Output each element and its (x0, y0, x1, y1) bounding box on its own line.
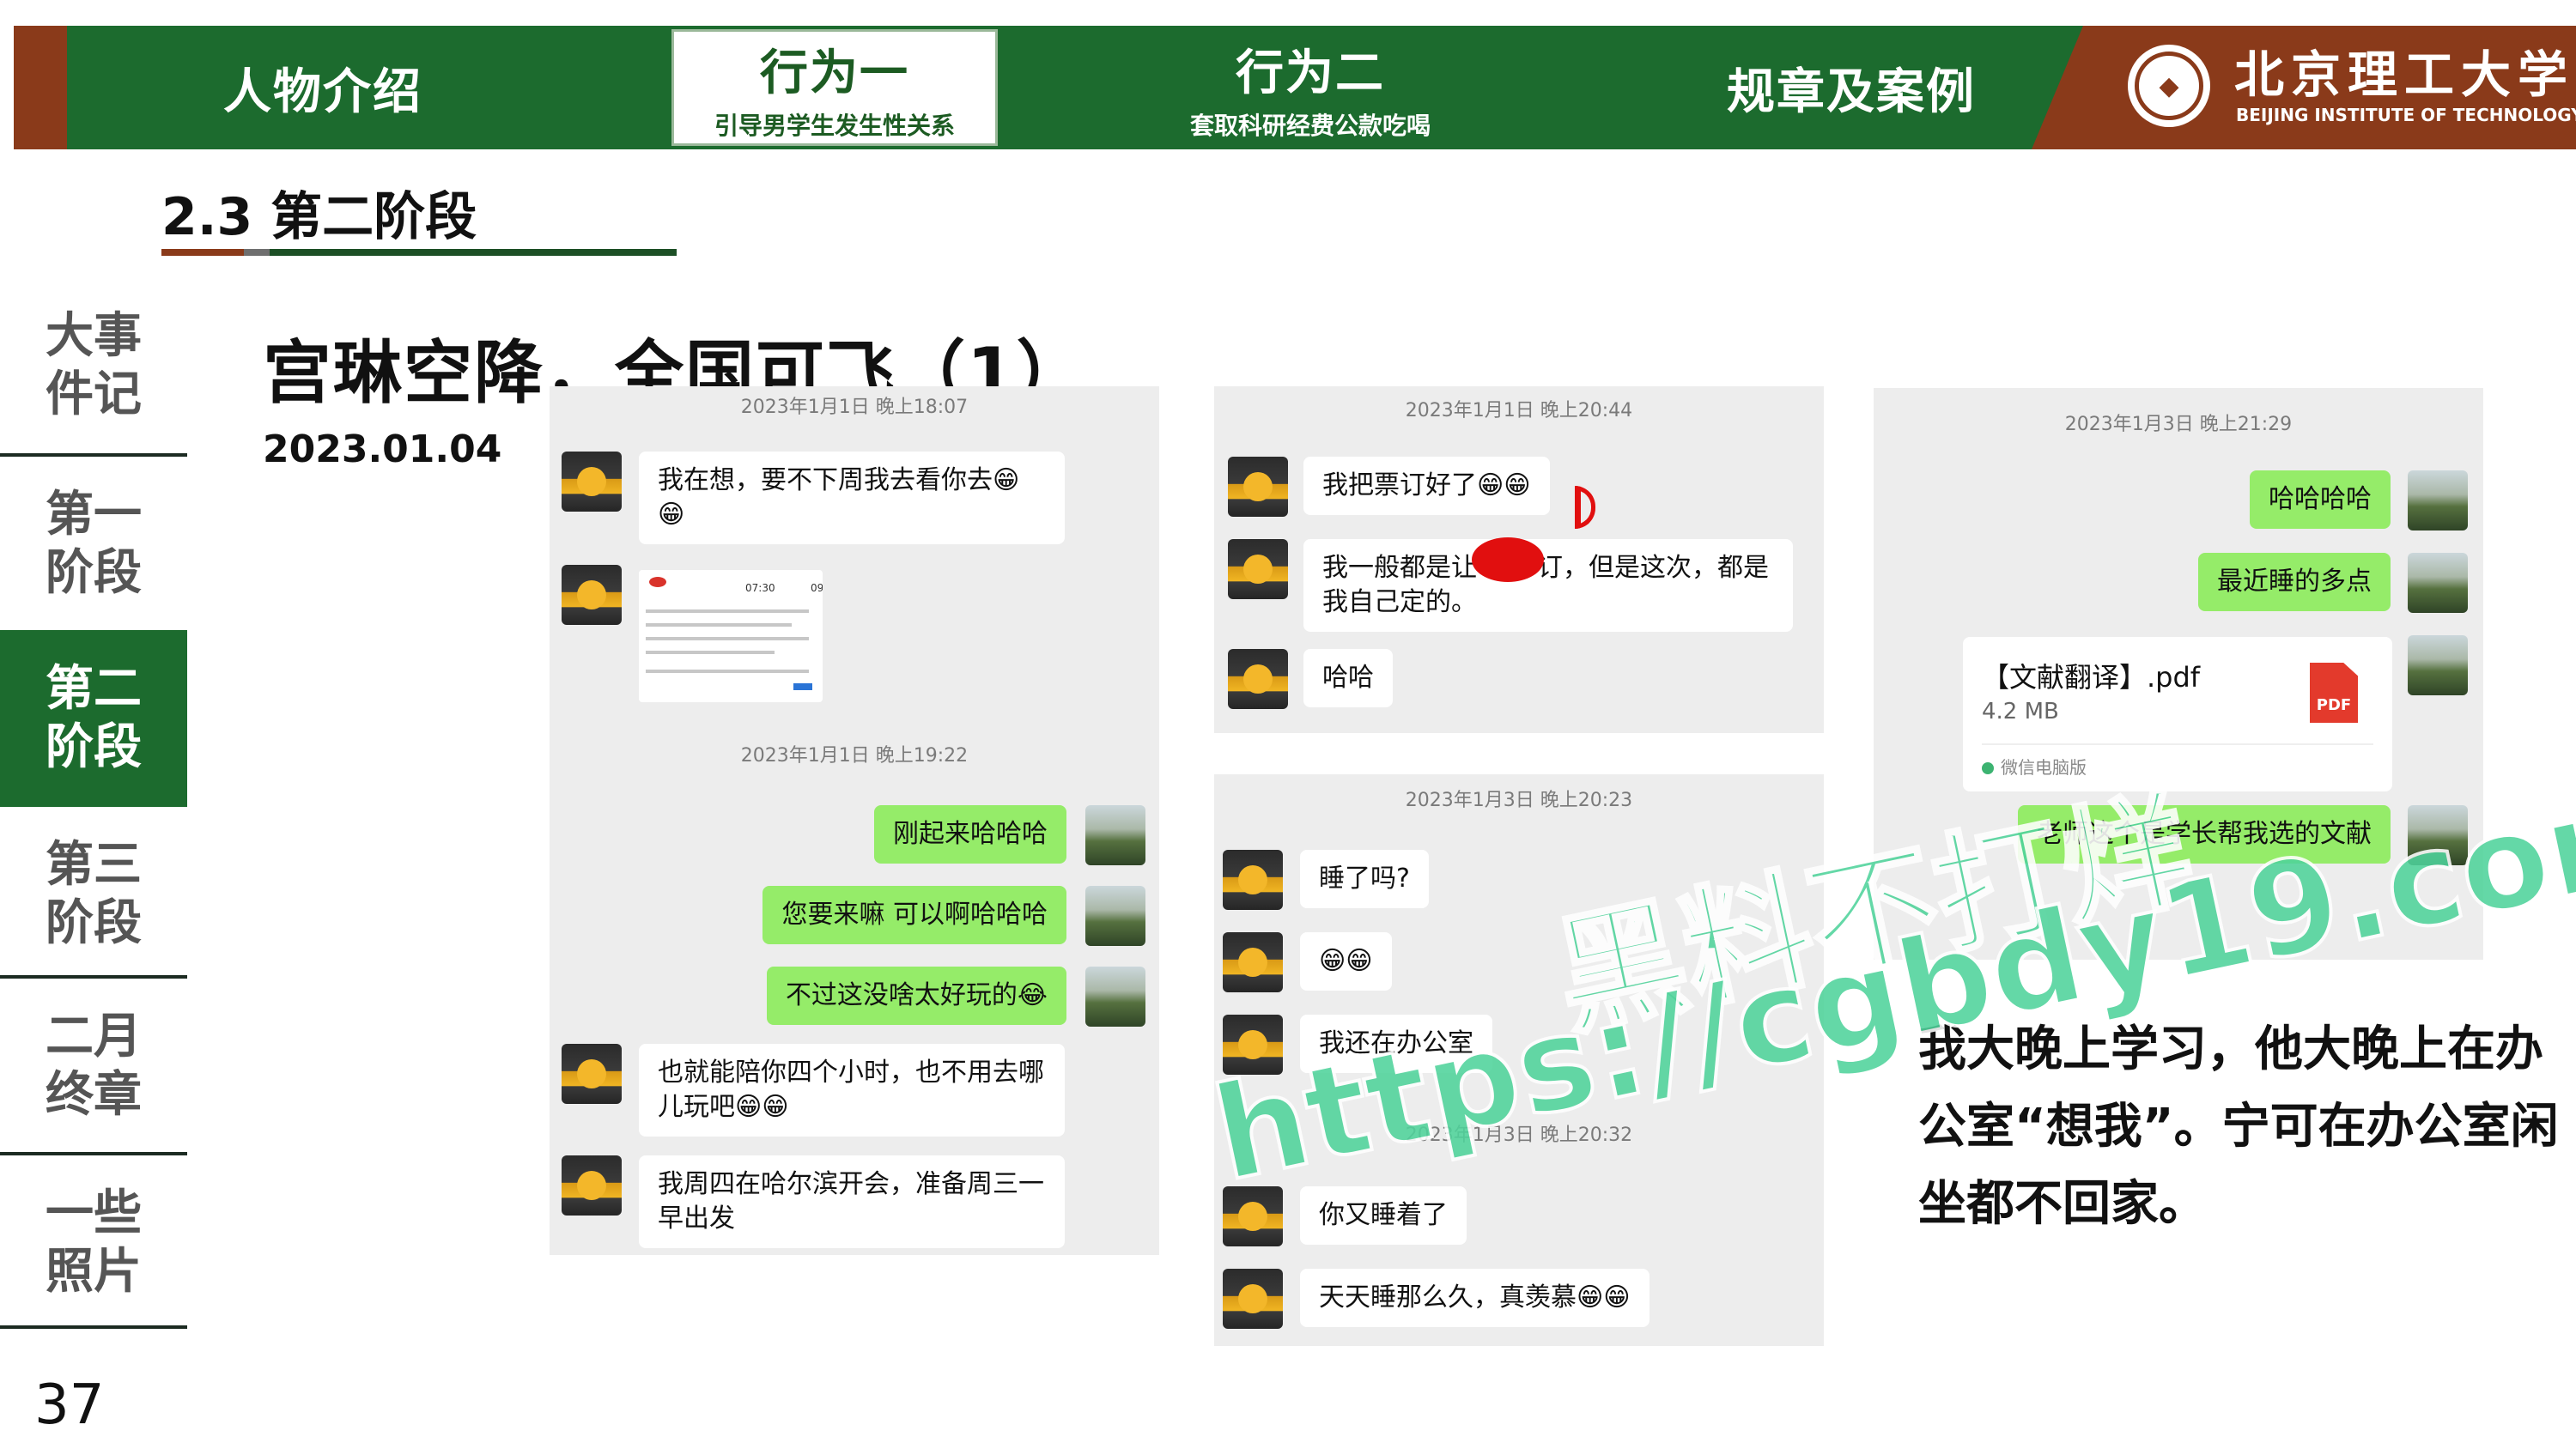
chat-timestamp: 2023年1月3日 晚上21:29 (2064, 414, 2293, 435)
chat-message: 也就能陪你四个小时，也不用去哪儿玩吧😁😁 (639, 1044, 1065, 1137)
chat-timestamp: 2023年1月1日 晚上20:44 (1405, 400, 1633, 421)
chat-timestamp: 2023年1月3日 晚上20:32 (1405, 1125, 1633, 1146)
avatar (1223, 1015, 1283, 1075)
red-annotation-mark (1575, 486, 1595, 529)
nav-accent (14, 26, 81, 149)
chat-message-outgoing: 您要来嘛 可以啊哈哈哈 (762, 886, 1066, 944)
avatar (2408, 805, 2468, 865)
avatar (2408, 635, 2468, 695)
sidebar-item-events[interactable]: 大事件记 (0, 280, 187, 452)
file-attachment-card[interactable]: 【文献翻译】.pdf 4.2 MB PDF 微信电脑版 (1963, 637, 2392, 791)
page-number: 37 (34, 1373, 105, 1437)
sidebar-item-label: 第三阶段 (46, 837, 142, 951)
nav-tab-person-intro[interactable]: 人物介绍 (134, 26, 512, 149)
avatar (562, 565, 622, 625)
avatar (562, 1044, 622, 1104)
university-brand: ◆ 北京理工大学 BEIJING INSTITUTE OF TECHNOLOGY (2032, 26, 2576, 149)
avatar (1223, 1186, 1283, 1246)
avatar (1223, 850, 1283, 910)
avatar (1223, 932, 1283, 992)
avatar (562, 452, 622, 512)
avatar (1085, 967, 1145, 1027)
avatar (562, 1155, 622, 1216)
sidebar-item-stage-two[interactable]: 第二阶段 (0, 630, 187, 807)
chat-message-outgoing: 老师这个是学长帮我选的文献 (2018, 805, 2391, 864)
university-seal-icon: ◆ (2128, 45, 2210, 127)
sidebar-item-label: 大事件记 (46, 308, 142, 422)
chat-message-text: 我一般都是让 (1322, 553, 1477, 583)
sidebar-item-stage-three[interactable]: 第三阶段 (0, 807, 187, 982)
avatar (1085, 886, 1145, 946)
flight-arrival-time: 09:20 (811, 582, 823, 594)
flight-departure-time: 07:30 (745, 582, 775, 594)
sidebar-item-label: 二月终章 (46, 1009, 142, 1123)
chat-message: 😁😁 (1300, 932, 1392, 991)
sidebar-item-label: 第一阶段 (46, 487, 142, 601)
chat-message: 哈哈 (1303, 649, 1393, 707)
chat-message-outgoing: 哈哈哈哈 (2250, 470, 2391, 529)
pdf-file-icon: PDF (2310, 663, 2358, 723)
avatar (1228, 457, 1288, 517)
nav-tab-label: 人物介绍 (223, 64, 422, 120)
chat-message: 我在想，要不下周我去看你去😁😁 (639, 452, 1065, 544)
chat-message-outgoing: 刚起来哈哈哈 (874, 805, 1066, 864)
sidebar-item-stage-one[interactable]: 第一阶段 (0, 457, 187, 632)
chat-screenshot-4: 2023年1月3日 晚上21:29 哈哈哈哈 最近睡的多点 【文献翻译】.pdf… (1874, 388, 2483, 960)
chat-message: 天天睡那么久，真羡慕😁😁 (1300, 1269, 1649, 1327)
chat-message: 我一般都是让 订，但是这次，都是我自己定的。 (1303, 539, 1793, 632)
chat-screenshot-1: 2023年1月1日 晚上18:07 我在想，要不下周我去看你去😁😁 07:30 … (550, 386, 1159, 1255)
chat-message: 你又睡着了 (1300, 1186, 1467, 1245)
airline-logo-icon (649, 577, 666, 587)
file-size: 4.2 MB (1982, 699, 2059, 724)
avatar (1085, 805, 1145, 865)
nav-tab-sublabel: 套取科研经费公款吃喝 (1189, 111, 1431, 140)
slide-caption: 我大晚上学习，他大晚上在办公室“想我”。宁可在办公室闲坐都不回家。 (1918, 1022, 2559, 1232)
sidebar-item-label: 第二阶段 (46, 661, 142, 775)
chat-message: 我周四在哈尔滨开会，准备周三一早出发 (639, 1155, 1065, 1248)
chat-message: 我还在办公室 (1300, 1015, 1492, 1073)
chat-message-outgoing: 不过这没啥太好玩的😂 (766, 967, 1066, 1025)
avatar (1228, 649, 1288, 709)
nav-tab-rules-cases[interactable]: 规章及案例 (1645, 26, 2057, 149)
nav-tab-sublabel: 引导男学生发生性关系 (714, 111, 955, 140)
chat-timestamp: 2023年1月1日 晚上19:22 (740, 745, 969, 767)
nav-tab-behavior-two[interactable]: 行为二 套取科研经费公款吃喝 (1070, 26, 1551, 149)
nav-tab-label: 行为二 (1236, 45, 1385, 101)
nav-tab-behavior-one[interactable]: 行为一 引导男学生发生性关系 (671, 29, 998, 146)
chat-screenshot-3: 2023年1月3日 晚上20:23 睡了吗? 😁😁 我还在办公室 2023年1月… (1214, 774, 1824, 1346)
file-source: 微信电脑版 (1982, 754, 2087, 779)
chat-screenshot-2: 2023年1月1日 晚上20:44 我把票订好了😁😁 我一般都是让 订，但是这次，… (1214, 386, 1824, 733)
avatar (1223, 1269, 1283, 1329)
university-name-en: BEIJING INSTITUTE OF TECHNOLOGY (2236, 105, 2576, 125)
sidebar-item-february-finale[interactable]: 二月终章 (0, 979, 187, 1154)
avatar (1228, 539, 1288, 599)
file-name: 【文献翻译】.pdf (1982, 661, 2201, 694)
red-redaction-mark (1472, 537, 1544, 582)
avatar (2408, 553, 2468, 613)
sidebar-item-label: 一些照片 (46, 1185, 142, 1300)
avatar (2408, 470, 2468, 530)
nav-tab-label: 行为一 (760, 45, 909, 101)
section-title: 2.3 第二阶段 (161, 187, 477, 247)
chat-message: 我把票订好了😁😁 (1303, 457, 1550, 515)
sidebar-divider (0, 1325, 187, 1329)
chat-timestamp: 2023年1月1日 晚上18:07 (740, 397, 969, 418)
chat-timestamp: 2023年1月3日 晚上20:23 (1405, 790, 1633, 811)
sidebar-item-photos[interactable]: 一些照片 (0, 1155, 187, 1331)
section-underline (161, 249, 677, 256)
nav-tab-label: 规章及案例 (1727, 64, 1976, 120)
main-date: 2023.01.04 (263, 427, 502, 471)
university-name-cn: 北京理工大学 (2234, 45, 2575, 104)
chat-message: 睡了吗? (1300, 850, 1429, 908)
chat-message-outgoing: 最近睡的多点 (2198, 553, 2391, 611)
flight-booking-image: 07:30 09:20 (639, 570, 823, 702)
